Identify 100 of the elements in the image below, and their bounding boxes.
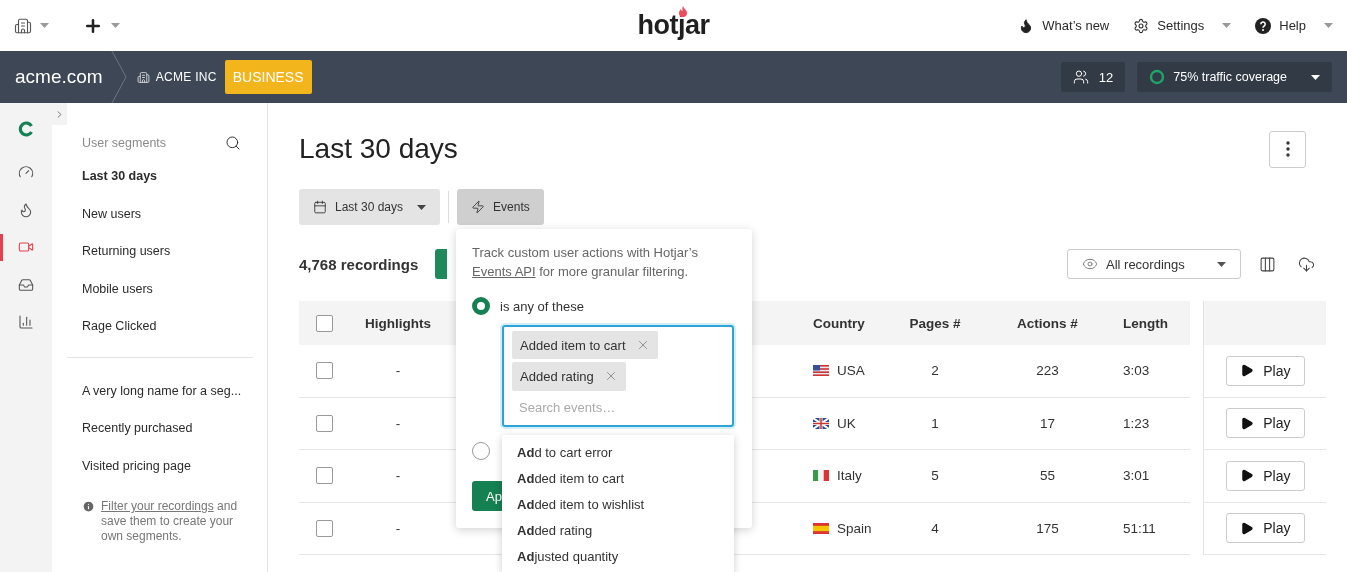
table-cell: 17 [1040, 415, 1055, 431]
event-tag: Added item to cart [512, 331, 658, 360]
column-header: Country [790, 301, 880, 345]
table-cell: USA [837, 363, 865, 379]
help-icon [1255, 17, 1272, 34]
building-icon [136, 70, 150, 84]
table-cell: - [395, 520, 401, 536]
segment-item[interactable]: A very long name for a seg... [67, 372, 253, 410]
table-cell: 55 [1040, 468, 1055, 484]
table-cell: - [395, 415, 401, 431]
play-button[interactable]: Play [1225, 408, 1305, 439]
table-cell: UK [837, 415, 856, 431]
table-cell: 223 [1036, 363, 1059, 379]
checkbox[interactable] [316, 362, 333, 380]
column-header: Actions # [990, 301, 1105, 345]
lightning-icon [471, 200, 486, 214]
gauge-icon [18, 164, 34, 180]
more-icon [1285, 141, 1290, 157]
caret-icon [1222, 23, 1232, 28]
flag-icon [813, 470, 829, 482]
radio-button[interactable] [472, 297, 491, 315]
suggestion-item[interactable]: Added rating [502, 517, 735, 543]
segment-item[interactable]: Visited pricing page [67, 447, 253, 485]
inbox-icon [18, 276, 34, 293]
checkbox[interactable] [316, 519, 333, 537]
table-cell: - [395, 468, 401, 484]
table-cell: 1:23 [1123, 415, 1150, 431]
action-button[interactable] [435, 249, 448, 279]
recordings-count: 4,768 recordings [299, 255, 419, 273]
flag-icon [813, 522, 829, 534]
collapse-toggle[interactable] [52, 103, 67, 125]
view-select[interactable]: All recordings [1067, 249, 1241, 279]
segment-item[interactable]: Recently purchased [67, 410, 253, 448]
top-nav-link[interactable]: Settings [1133, 17, 1232, 34]
table-cell: - [395, 363, 401, 379]
table-cell: 5 [931, 468, 939, 484]
column-header: Length [1105, 301, 1190, 345]
column-header: Highlights [350, 301, 446, 345]
caret-icon [1217, 261, 1226, 267]
cloud-download-icon [1298, 255, 1315, 273]
users-button[interactable]: 12 [1060, 62, 1126, 92]
logo-icon [18, 121, 34, 137]
calendar-icon [313, 200, 327, 214]
events-api-link[interactable]: Events API [472, 264, 536, 279]
more-button[interactable] [1269, 130, 1306, 168]
play-button[interactable]: Play [1225, 355, 1305, 386]
organization-name: ACME INC [155, 70, 217, 84]
caret-icon [417, 204, 427, 210]
event-tag: Added rating [512, 362, 626, 391]
caret-icon [1324, 23, 1333, 28]
filter-link[interactable]: Filter your recordings [101, 499, 214, 513]
table-cell: 3:03 [1123, 363, 1150, 379]
checkbox[interactable] [316, 414, 333, 432]
table-cell: 51:11 [1123, 520, 1156, 536]
date-filter[interactable]: Last 30 days [299, 189, 441, 225]
table-cell: 3:01 [1123, 468, 1150, 484]
suggestion-item[interactable]: Add to cart error [502, 439, 735, 465]
events-filter[interactable]: Events [457, 189, 544, 225]
suggestion-item[interactable]: Adjusted quantity [502, 543, 735, 569]
event-search-field[interactable]: Search events… [512, 393, 713, 421]
segment-item[interactable]: New users [67, 195, 253, 233]
segment-item[interactable]: Last 30 days [67, 158, 253, 196]
table-cell: Spain [837, 520, 872, 536]
checkbox[interactable] [316, 467, 333, 485]
table-cell: 2 [931, 363, 939, 379]
table-cell: 4 [931, 520, 939, 536]
caret-icon [111, 23, 120, 28]
play-icon [1239, 415, 1254, 431]
top-nav-link[interactable]: What’s new [1018, 17, 1110, 34]
play-button[interactable]: Play [1225, 460, 1305, 491]
breadcrumb-separator [110, 51, 127, 103]
organization-menu[interactable] [14, 16, 49, 35]
radio-button[interactable] [472, 442, 491, 460]
segment-item[interactable]: Returning users [67, 233, 253, 271]
ring-icon [1149, 69, 1166, 85]
caret-icon [1311, 74, 1320, 80]
traffic-coverage-button[interactable]: 75% traffic coverage [1137, 62, 1332, 92]
columns-icon [1259, 255, 1276, 273]
checkbox[interactable] [316, 314, 333, 332]
settings-icon [1133, 17, 1150, 34]
page-title: Last 30 days [299, 133, 458, 165]
search-icon[interactable] [225, 135, 241, 151]
top-nav-link[interactable]: Help [1255, 17, 1333, 34]
table-cell: 175 [1036, 520, 1059, 536]
events-intro: Track custom user actions with Hotjar’s Events API for more granular filtering. [472, 244, 699, 281]
play-button[interactable]: Play [1225, 513, 1305, 544]
flag-icon [813, 417, 829, 429]
users-icon [1072, 69, 1089, 85]
bar-chart-icon [18, 314, 34, 330]
plan-badge: BUSINESS [224, 60, 312, 94]
info-icon [82, 500, 95, 513]
column-header: Pages # [880, 301, 990, 345]
play-icon [1239, 363, 1254, 379]
eye-icon [1082, 256, 1098, 272]
site-name: acme.com [15, 66, 103, 88]
segments-hint: Filter your recordings and save them to create your own segments. [101, 499, 239, 544]
radio-label: is any of these [500, 298, 584, 314]
play-icon [1239, 468, 1254, 484]
segment-item[interactable]: Rage Clicked [67, 308, 253, 346]
segment-item[interactable]: Mobile users [67, 270, 253, 308]
